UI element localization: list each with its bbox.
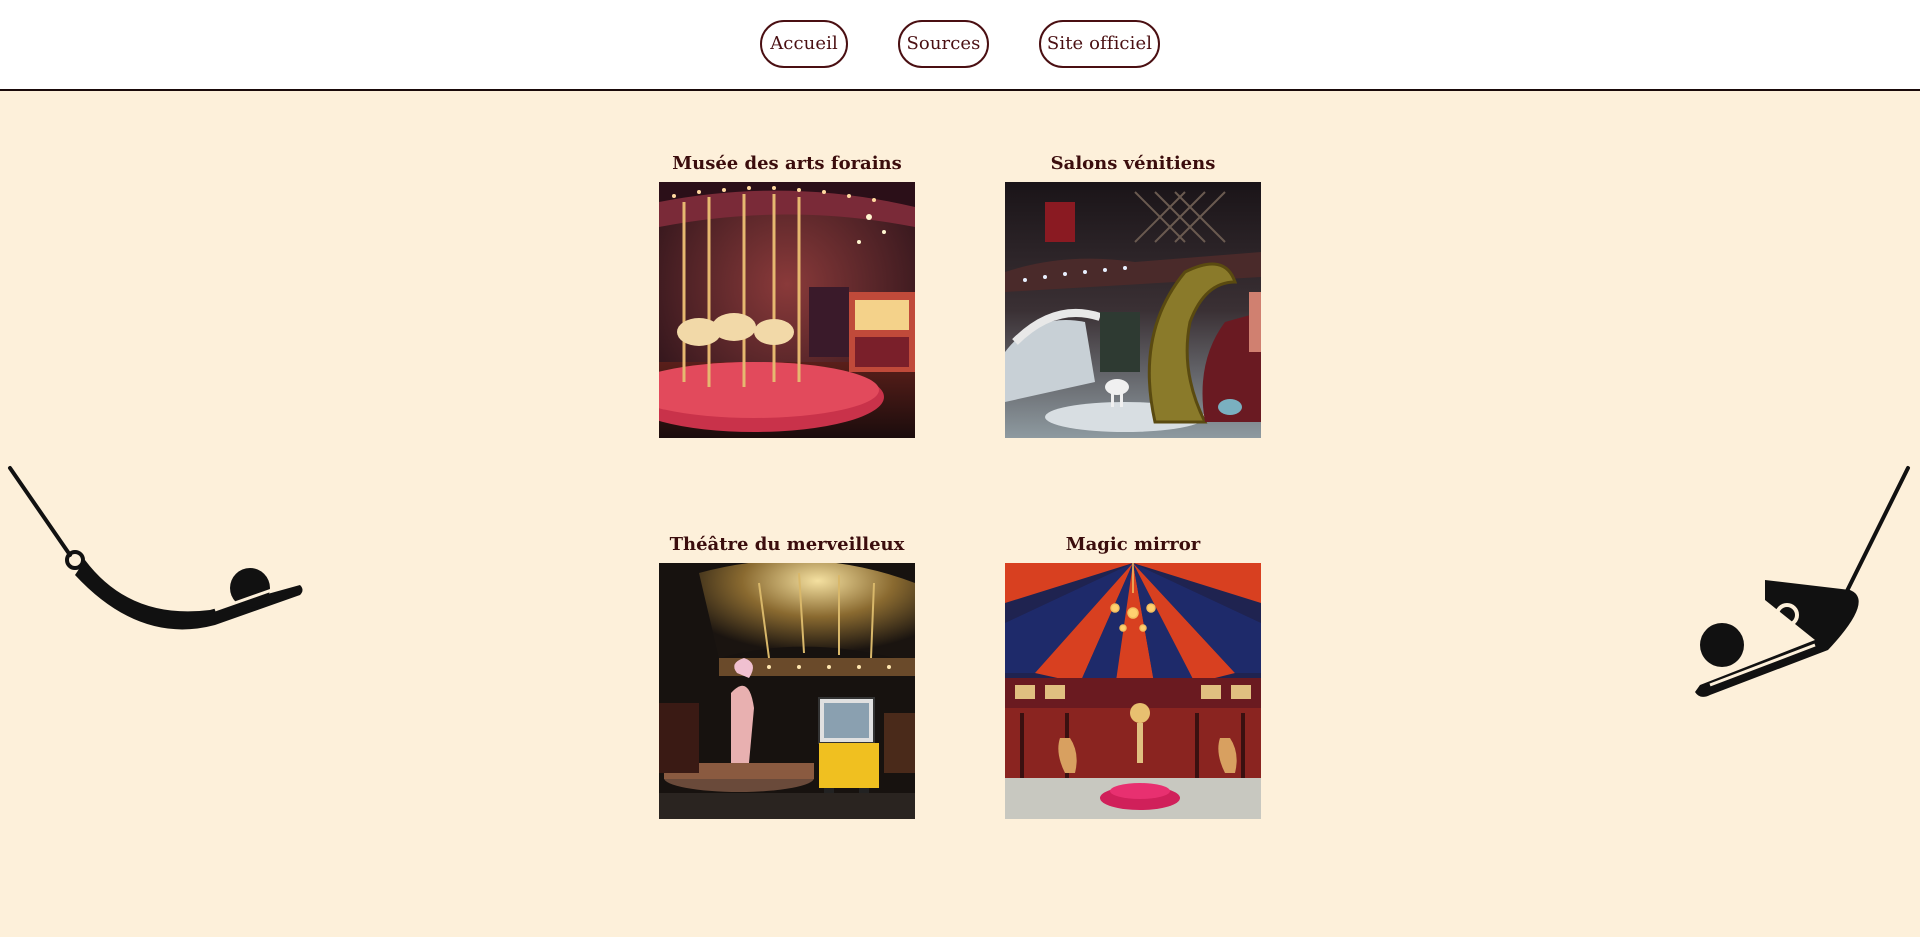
carousel-photo[interactable] (659, 182, 915, 438)
nav-link-site-officiel[interactable]: Site officiel (1039, 20, 1160, 68)
gallery-card-salons[interactable]: Salons vénitiens (1005, 150, 1261, 438)
gallery-card-title: Magic mirror (1065, 534, 1201, 555)
gallery-card-title: Salons vénitiens (1050, 153, 1216, 174)
venetian-salon-photo[interactable] (1005, 182, 1261, 438)
trapeze-artist-right-icon (1600, 460, 1920, 720)
gallery-card-musee[interactable]: Musée des arts forains (659, 150, 915, 438)
trapeze-artist-left-icon (0, 460, 320, 640)
gallery-card-title: Musée des arts forains (672, 153, 902, 174)
magic-mirror-tent-photo[interactable] (1005, 563, 1261, 819)
main-nav: Accueil Sources Site officiel (0, 20, 1920, 68)
nav-link-accueil[interactable]: Accueil (760, 20, 848, 68)
top-navigation-bar: Accueil Sources Site officiel (0, 0, 1920, 91)
gallery-card-title: Théâtre du merveilleux (669, 534, 905, 555)
gallery-card-magic-mirror[interactable]: Magic mirror (1005, 531, 1261, 819)
nav-link-sources[interactable]: Sources (898, 20, 989, 68)
gallery-card-theatre[interactable]: Théâtre du merveilleux (659, 531, 915, 819)
theatre-photo[interactable] (659, 563, 915, 819)
